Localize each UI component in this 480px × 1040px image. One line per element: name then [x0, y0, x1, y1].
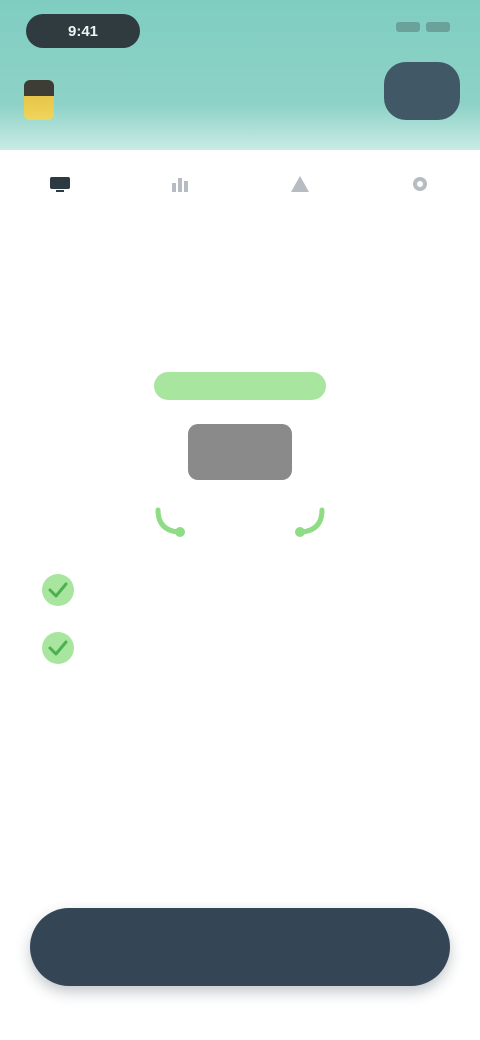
nav-item-1[interactable]	[10, 172, 110, 206]
device-icon	[44, 172, 76, 196]
nav-item-3[interactable]	[250, 172, 350, 206]
settings-icon	[404, 172, 436, 196]
connector-right-icon	[295, 507, 325, 537]
list-item	[40, 630, 440, 666]
nav-item-4[interactable]	[370, 172, 470, 206]
status-icons	[396, 22, 450, 32]
header-action-button[interactable]	[384, 62, 460, 120]
primary-action-button[interactable]	[30, 908, 450, 986]
battery-icon	[426, 22, 450, 32]
status-badge	[154, 372, 326, 400]
signal-icon	[396, 22, 420, 32]
chart-icon	[164, 172, 196, 196]
status-time: 9:41	[26, 14, 140, 48]
checklist	[40, 572, 440, 688]
connector-left-icon	[155, 507, 185, 537]
brand-icon	[24, 80, 54, 120]
check-circle-icon	[42, 574, 74, 606]
device-card	[188, 424, 292, 480]
alert-icon	[284, 172, 316, 196]
list-item	[40, 572, 440, 608]
check-circle-icon	[42, 632, 74, 664]
top-nav	[0, 150, 480, 246]
header: 9:41	[0, 0, 480, 150]
nav-item-2[interactable]	[130, 172, 230, 206]
